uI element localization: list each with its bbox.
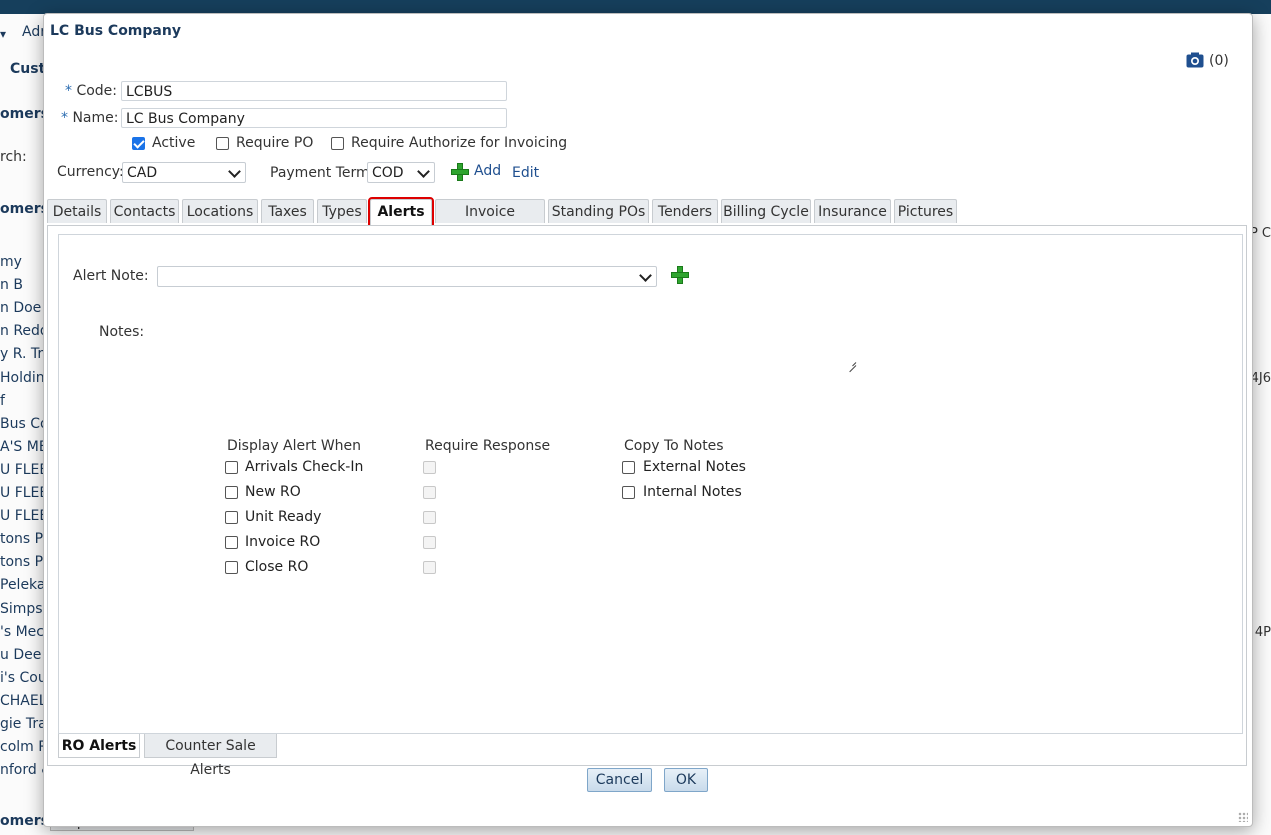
add-alert-note-icon[interactable]: [671, 266, 689, 284]
alert-note-select[interactable]: [157, 266, 657, 287]
tab-contacts[interactable]: Contacts: [110, 199, 179, 223]
alert-note-label: Alert Note:: [73, 268, 149, 284]
currency-label: Currency:: [57, 164, 124, 180]
camera-icon[interactable]: [1186, 52, 1204, 68]
bg-list-header-partial: omers: [0, 201, 49, 217]
alerts-panel: Alert Note: Notes: Display Alert When Re…: [47, 225, 1247, 778]
payment-term-value: COD: [372, 165, 404, 181]
bg-right-partial: 4J6: [1250, 371, 1271, 386]
bg-bottom-label: omers: [0, 813, 49, 829]
bg-customer-row[interactable]: my: [0, 254, 22, 270]
tab-locations[interactable]: Locations: [182, 199, 258, 223]
tab-billing-cycle[interactable]: Billing Cycle: [721, 199, 811, 223]
close-ro-label: Close RO: [245, 559, 309, 575]
tab-taxes[interactable]: Taxes: [261, 199, 314, 223]
require-po-checkbox[interactable]: [216, 137, 229, 150]
ok-button[interactable]: OK: [664, 768, 708, 792]
edit-link[interactable]: Edit: [512, 165, 539, 181]
tab-details[interactable]: Details: [47, 199, 107, 223]
tab-ro-alerts[interactable]: RO Alerts: [58, 734, 140, 758]
bg-search-partial: rch:: [0, 149, 27, 165]
bg-customer-row[interactable]: n Doe: [0, 300, 41, 316]
bg-customer-row[interactable]: f: [0, 393, 5, 409]
code-label: * Code:: [65, 83, 118, 99]
require-response-header: Require Response: [425, 438, 551, 454]
bg-customer-row[interactable]: Simps: [0, 601, 43, 617]
chevron-down-icon: [417, 165, 430, 178]
bg-customer-row[interactable]: u Dee: [0, 647, 41, 663]
tab-invoice-formats[interactable]: Invoice Formats: [435, 199, 545, 244]
unit-ready-label: Unit Ready: [245, 509, 322, 525]
add-payment-term-icon[interactable]: [451, 163, 469, 181]
bg-customer-row[interactable]: n B: [0, 277, 23, 293]
customer-dialog: LC Bus Company (0) * Code: LCBUS * Name:…: [43, 13, 1253, 827]
tab-standing-pos[interactable]: Standing POs: [548, 199, 649, 223]
require-authorize-label: Require Authorize for Invoicing: [351, 135, 568, 151]
app-top-bar: [0, 0, 1271, 14]
bg-customer-row[interactable]: Holdin: [0, 370, 45, 386]
unit-ready-checkbox[interactable]: [225, 511, 238, 524]
require-po-label: Require PO: [236, 135, 314, 151]
payment-term-select[interactable]: COD: [367, 162, 435, 183]
code-input[interactable]: LCBUS: [121, 81, 507, 101]
close-ro-checkbox[interactable]: [225, 561, 238, 574]
external-notes-label: External Notes: [643, 459, 746, 475]
tab-counter-sale-alerts[interactable]: Counter Sale Alerts: [144, 734, 277, 778]
add-link[interactable]: Add: [474, 163, 501, 179]
bg-section-partial: omers: [0, 106, 49, 122]
tab-insurance[interactable]: Insurance: [814, 199, 891, 223]
payment-term-label: Payment Term:: [270, 165, 375, 181]
copy-to-notes-header: Copy To Notes: [624, 438, 724, 454]
arrivals-check-in-checkbox[interactable]: [225, 461, 238, 474]
require-response-checkbox[interactable]: [423, 536, 436, 549]
internal-notes-checkbox[interactable]: [622, 486, 635, 499]
active-label: Active: [152, 135, 196, 151]
invoice-ro-checkbox[interactable]: [225, 536, 238, 549]
arrivals-check-in-label: Arrivals Check-In: [245, 459, 364, 475]
tab-pictures[interactable]: Pictures: [894, 199, 957, 223]
display-alert-when-header: Display Alert When: [227, 438, 362, 454]
bg-customer-row[interactable]: tons Pl: [0, 554, 47, 570]
active-checkbox[interactable]: [132, 137, 145, 150]
cancel-button[interactable]: Cancel: [587, 768, 652, 792]
require-response-checkbox[interactable]: [423, 461, 436, 474]
bg-customer-row[interactable]: Peleka: [0, 577, 46, 593]
chevron-down-icon: [639, 269, 652, 282]
new-ro-checkbox[interactable]: [225, 486, 238, 499]
bg-customer-row[interactable]: n Redd: [0, 323, 49, 339]
resize-grip-icon[interactable]: [1238, 812, 1248, 822]
ro-alerts-content: Alert Note: Notes: Display Alert When Re…: [58, 234, 1243, 734]
notes-label: Notes:: [99, 324, 145, 340]
dialog-title: LC Bus Company: [50, 23, 181, 39]
new-ro-label: New RO: [245, 484, 301, 500]
bg-customer-row[interactable]: tons Pl: [0, 531, 47, 547]
invoice-ro-label: Invoice RO: [245, 534, 321, 550]
currency-value: CAD: [127, 165, 158, 181]
name-input[interactable]: LC Bus Company: [121, 108, 507, 128]
bg-customer-row[interactable]: U FLEE: [0, 485, 48, 501]
tab-types[interactable]: Types: [317, 199, 367, 223]
require-authorize-checkbox[interactable]: [331, 137, 344, 150]
internal-notes-label: Internal Notes: [643, 484, 742, 500]
tab-tenders[interactable]: Tenders: [652, 199, 718, 223]
currency-select[interactable]: CAD: [122, 162, 246, 183]
resize-handle-icon[interactable]: [847, 357, 857, 367]
bg-customer-row[interactable]: U FLEE: [0, 508, 48, 524]
require-response-checkbox[interactable]: [423, 486, 436, 499]
pictures-count: (0): [1209, 53, 1229, 69]
notes-textarea[interactable]: [157, 329, 857, 367]
name-label: * Name:: [61, 110, 119, 126]
chevron-down-icon: [228, 165, 241, 178]
tab-alerts[interactable]: Alerts: [368, 197, 434, 227]
require-response-checkbox[interactable]: [423, 511, 436, 524]
bg-customer-row[interactable]: U FLEE: [0, 462, 48, 478]
bg-right-partial: 4P: [1254, 625, 1271, 640]
bg-customer-row[interactable]: gie Tra: [0, 716, 47, 732]
require-response-checkbox[interactable]: [423, 561, 436, 574]
external-notes-checkbox[interactable]: [622, 461, 635, 474]
